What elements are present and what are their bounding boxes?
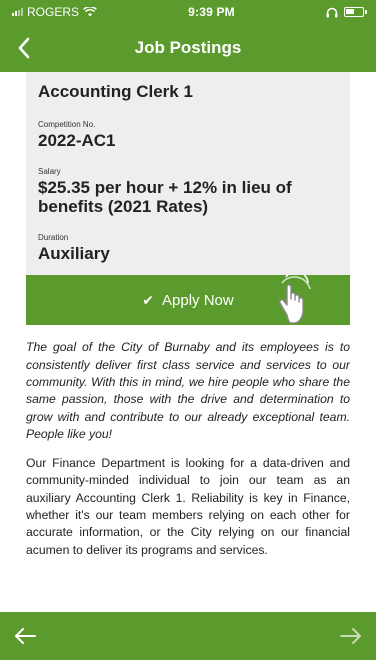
chevron-left-icon [18, 37, 30, 59]
job-description: The goal of the City of Burnaby and its … [0, 325, 376, 559]
headphones-icon [326, 7, 338, 17]
status-time: 9:39 PM [188, 5, 235, 19]
previous-button[interactable] [10, 621, 40, 651]
duration-value: Auxiliary [38, 243, 110, 263]
nav-bar: Job Postings [0, 24, 376, 72]
job-detail-scroll[interactable]: Accounting Clerk 1 Competition No. 2022-… [0, 72, 376, 612]
arrow-left-icon [15, 628, 36, 644]
competition-label: Competition No. [38, 120, 96, 129]
status-right [326, 7, 367, 18]
checkmark-icon: ✔ [142, 291, 155, 308]
signal-icon [12, 8, 23, 16]
arrow-right-icon [340, 628, 361, 644]
salary-label: Salary [38, 166, 61, 176]
pointing-hand-icon [279, 275, 311, 324]
status-bar: ROGERS 9:39 PM [0, 0, 376, 24]
status-left: ROGERS [12, 5, 97, 19]
job-title: Accounting Clerk 1 [38, 82, 193, 101]
battery-icon [344, 7, 367, 17]
apply-now-label: Apply Now [162, 291, 234, 309]
description-body: Our Finance Department is looking for a … [26, 456, 350, 557]
page-title: Job Postings [134, 38, 242, 57]
description-intro: The goal of the City of Burnaby and its … [26, 340, 350, 441]
apply-now-button[interactable]: ✔ Apply Now [26, 275, 350, 326]
wifi-icon [83, 7, 97, 17]
job-summary-card: Accounting Clerk 1 Competition No. 2022-… [26, 72, 350, 276]
duration-label: Duration [38, 232, 69, 242]
competition-value: 2022-AC1 [38, 131, 116, 150]
carrier-name: ROGERS [27, 5, 80, 19]
bottom-nav-bar [0, 612, 376, 660]
back-button[interactable] [8, 32, 40, 64]
salary-value: $25.35 per hour + 12% in lieu of benefit… [38, 177, 292, 217]
next-button[interactable] [336, 621, 366, 651]
